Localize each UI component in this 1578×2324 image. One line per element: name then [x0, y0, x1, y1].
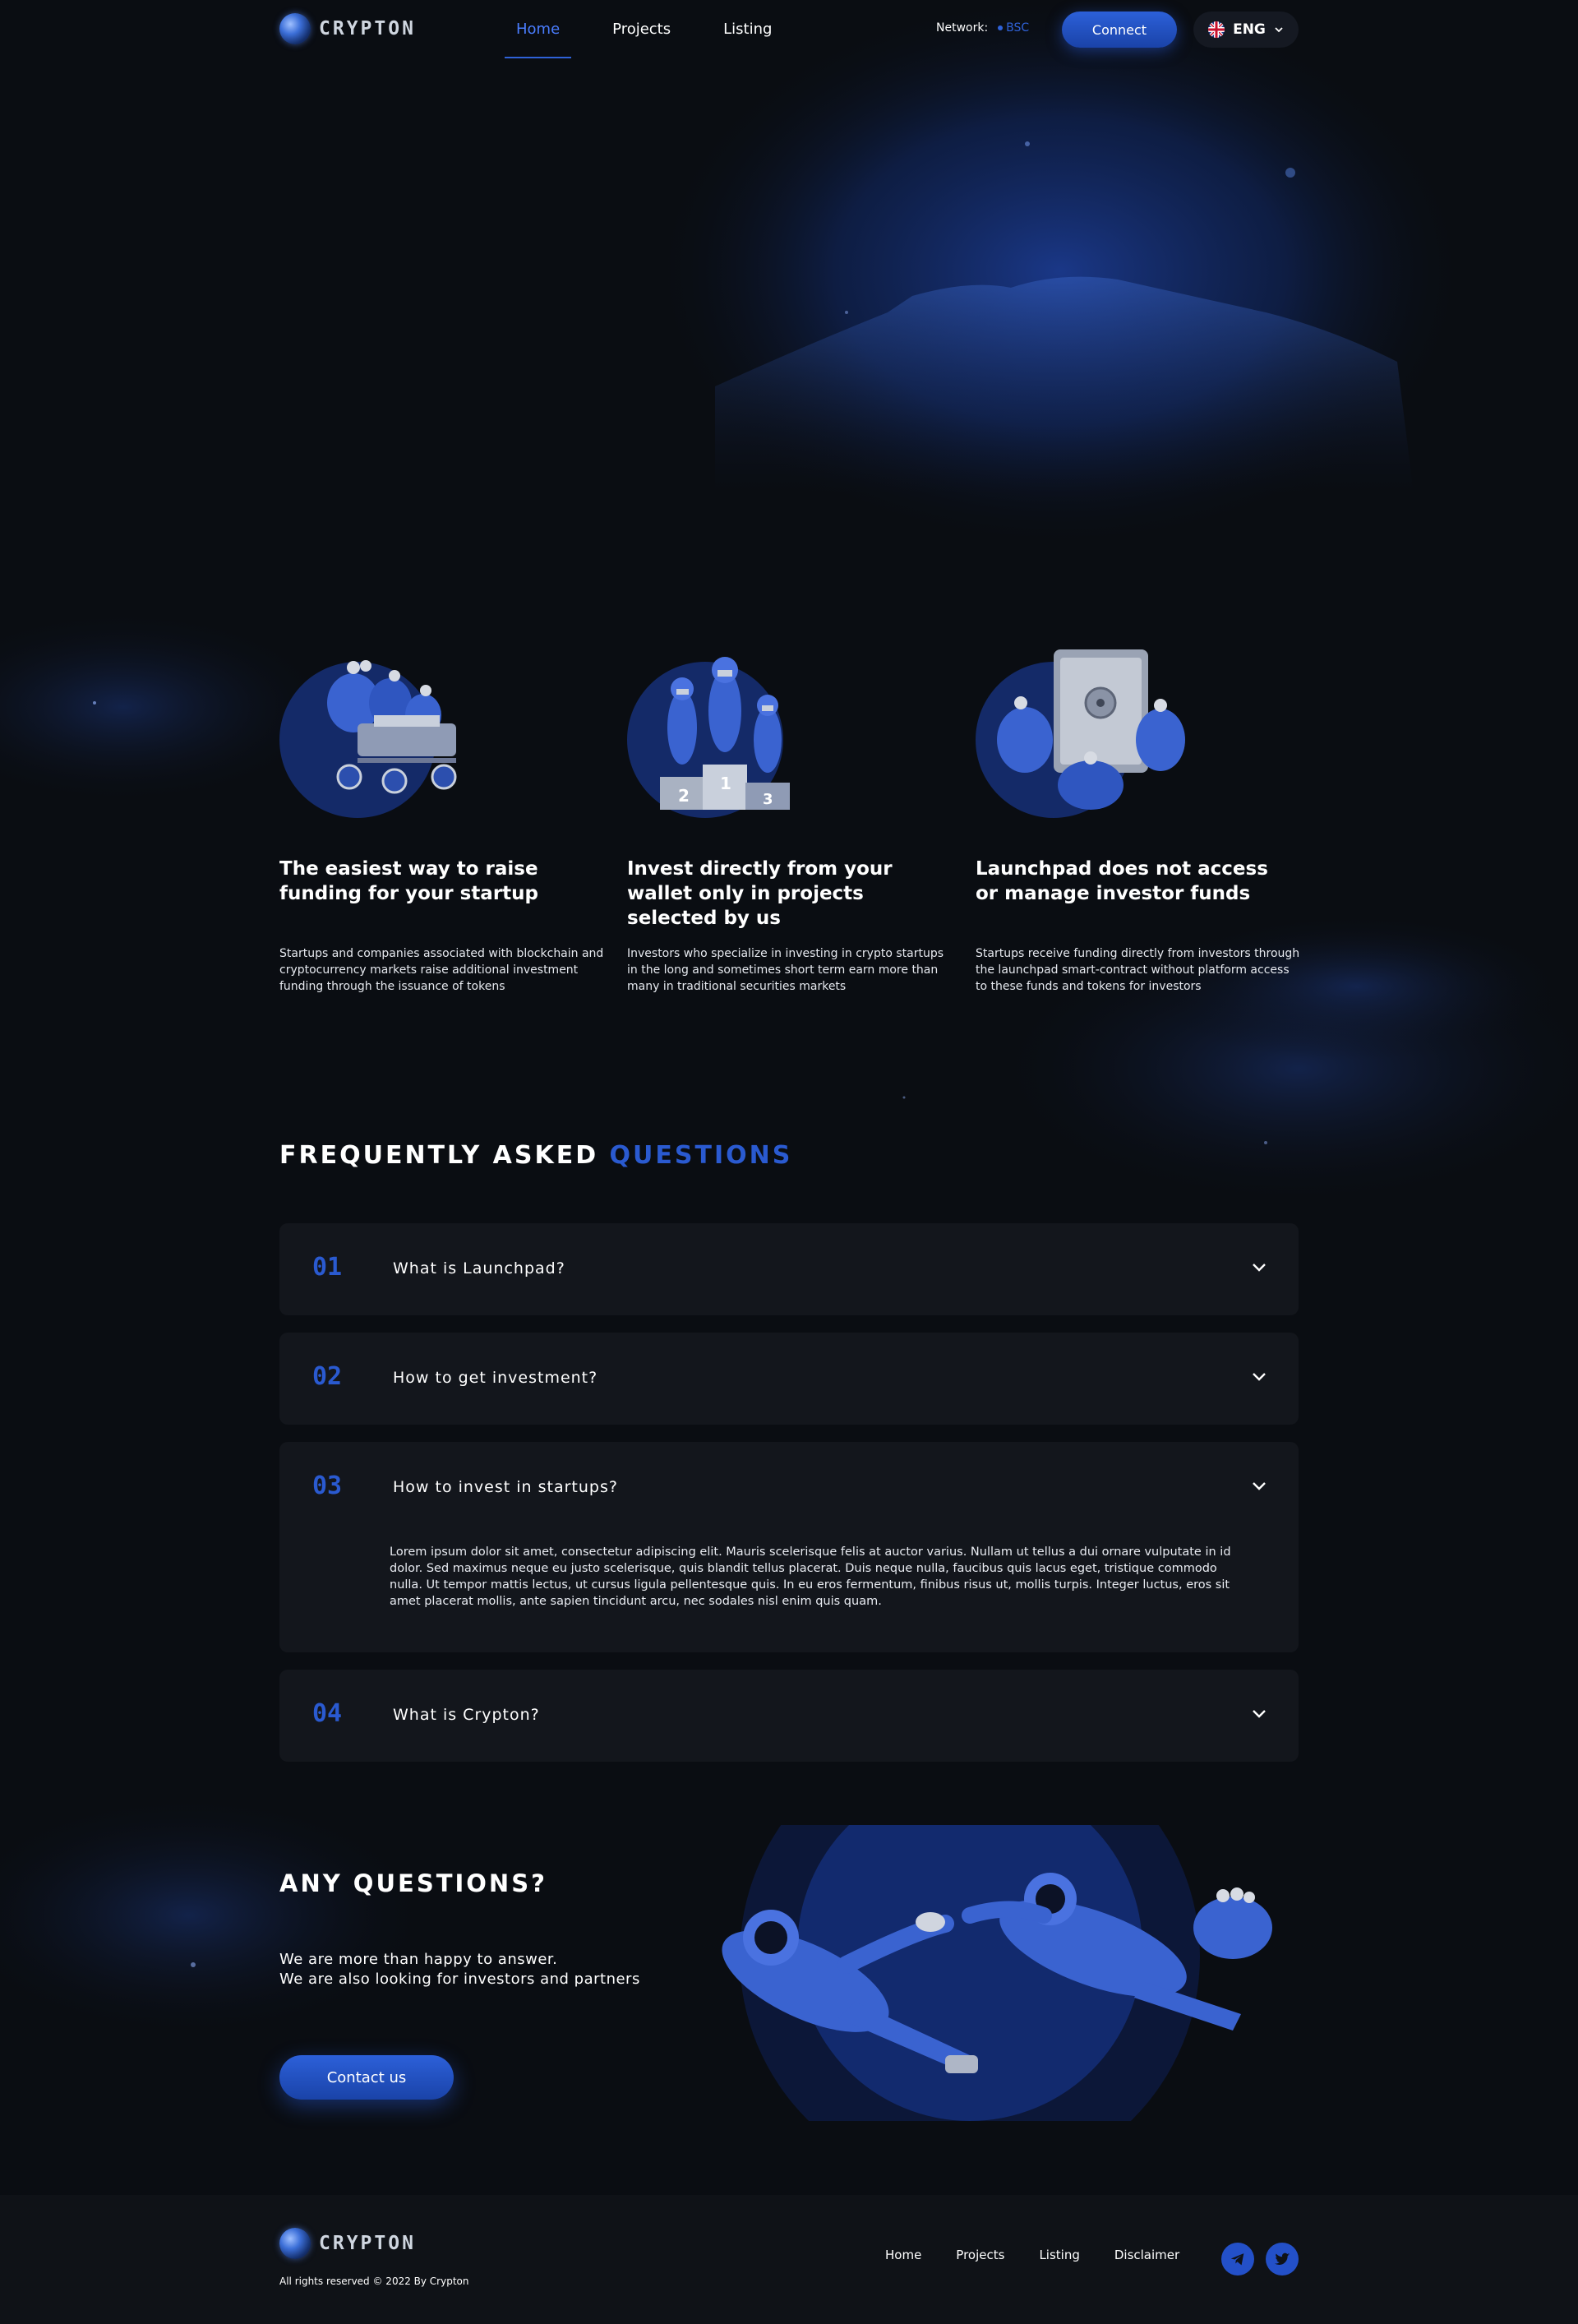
any-questions-line-1: We are more than happy to answer.	[279, 1951, 558, 1968]
chevron-down-icon[interactable]	[1249, 1476, 1269, 1496]
money-bags-rover-illustration	[279, 660, 457, 818]
any-questions-heading: ANY QUESTIONS?	[279, 1869, 547, 1897]
faq-question: What is Crypton?	[393, 1706, 540, 1724]
twitter-icon	[1274, 2252, 1290, 2265]
safe-money-bags-illustration	[976, 649, 1185, 818]
telegram-link[interactable]	[1221, 2243, 1254, 2275]
floating-astronauts-illustration	[722, 1825, 1272, 2121]
faq-number: 01	[312, 1253, 343, 1282]
feature-title: The easiest way to raise funding for you…	[279, 858, 539, 904]
faq-heading-main: FREQUENTLY ASKED	[279, 1141, 599, 1170]
uk-flag-icon	[1208, 21, 1225, 38]
footer: CRYPTON All rights reserved © 2022 By Cr…	[0, 2195, 1578, 2324]
svg-text:2: 2	[678, 786, 690, 806]
contact-us-button[interactable]: Contact us	[279, 2055, 454, 2100]
svg-text:1: 1	[720, 774, 731, 793]
network-status-dot	[998, 25, 1004, 30]
faq-item-2[interactable]: 02 How to get investment?	[279, 1333, 1299, 1425]
main-nav: Home Projects Listing	[505, 0, 813, 59]
network-label: Network:	[936, 21, 989, 35]
footer-nav-disclaimer[interactable]: Disclaimer	[1114, 2248, 1179, 2262]
footer-nav-projects[interactable]: Projects	[956, 2248, 1004, 2262]
copyright: All rights reserved © 2022 By Crypton	[279, 2275, 469, 2287]
chevron-down-icon	[1275, 27, 1283, 33]
logo-wordmark: CRYPTON	[319, 2233, 416, 2254]
header: CRYPTON Home Projects Listing Network: BS…	[0, 0, 1578, 59]
faq-number: 04	[312, 1699, 343, 1728]
footer-nav-listing[interactable]: Listing	[1039, 2248, 1079, 2262]
faq-item-4[interactable]: 04 What is Crypton?	[279, 1670, 1299, 1762]
language-selector[interactable]: ENG	[1193, 12, 1299, 48]
chevron-down-icon[interactable]	[1249, 1704, 1269, 1724]
feature-title: Launchpad does not access or manage inve…	[976, 858, 1268, 904]
faq-heading-highlight: QUESTIONS	[609, 1141, 793, 1170]
logo-wordmark: CRYPTON	[319, 18, 416, 39]
footer-logo[interactable]: CRYPTON	[279, 2228, 416, 2259]
faq-heading: FREQUENTLY ASKED QUESTIONS	[279, 1141, 792, 1170]
network-indicator: Network: BSC	[936, 21, 1029, 35]
footer-nav: Home Projects Listing Disclaimer	[885, 2248, 1214, 2262]
any-questions-text: We are more than happy to answer. We are…	[279, 1950, 640, 1989]
feature-text: Startups and companies associated with b…	[279, 947, 604, 993]
any-questions-line-2: We are also looking for investors and pa…	[279, 1971, 640, 1988]
twitter-link[interactable]	[1266, 2243, 1299, 2275]
chevron-down-icon[interactable]	[1249, 1367, 1269, 1387]
faq-question: How to get investment?	[393, 1369, 598, 1387]
network-value: BSC	[1006, 21, 1030, 35]
faq-item-1[interactable]: 01 What is Launchpad?	[279, 1223, 1299, 1315]
connect-button[interactable]: Connect	[1062, 12, 1177, 48]
feature-text: Investors who specialize in investing in…	[627, 947, 944, 993]
logo[interactable]: CRYPTON	[279, 13, 416, 44]
nav-listing[interactable]: Listing	[712, 0, 783, 59]
astronauts-podium-illustration: 2 1 3	[627, 657, 790, 818]
faq-question: How to invest in startups?	[393, 1478, 618, 1496]
faq-number: 02	[312, 1362, 343, 1391]
faq-answer: Lorem ipsum dolor sit amet, consectetur …	[390, 1545, 1231, 1608]
faq-number: 03	[312, 1472, 343, 1500]
nav-projects[interactable]: Projects	[601, 0, 682, 59]
planet-logo-icon	[279, 2228, 311, 2259]
language-label: ENG	[1233, 21, 1266, 38]
nav-home[interactable]: Home	[505, 0, 572, 59]
chevron-down-icon[interactable]	[1249, 1258, 1269, 1278]
planet-logo-icon	[279, 13, 311, 44]
faq-item-3[interactable]: 03 How to invest in startups? Lorem ipsu…	[279, 1442, 1299, 1652]
telegram-icon	[1230, 2253, 1244, 2266]
svg-text:3: 3	[763, 791, 773, 808]
feature-text: Startups receive funding directly from i…	[976, 947, 1300, 993]
faq-question: What is Launchpad?	[393, 1259, 565, 1278]
footer-nav-home[interactable]: Home	[885, 2248, 921, 2262]
feature-title: Invest directly from your wallet only in…	[627, 858, 893, 929]
